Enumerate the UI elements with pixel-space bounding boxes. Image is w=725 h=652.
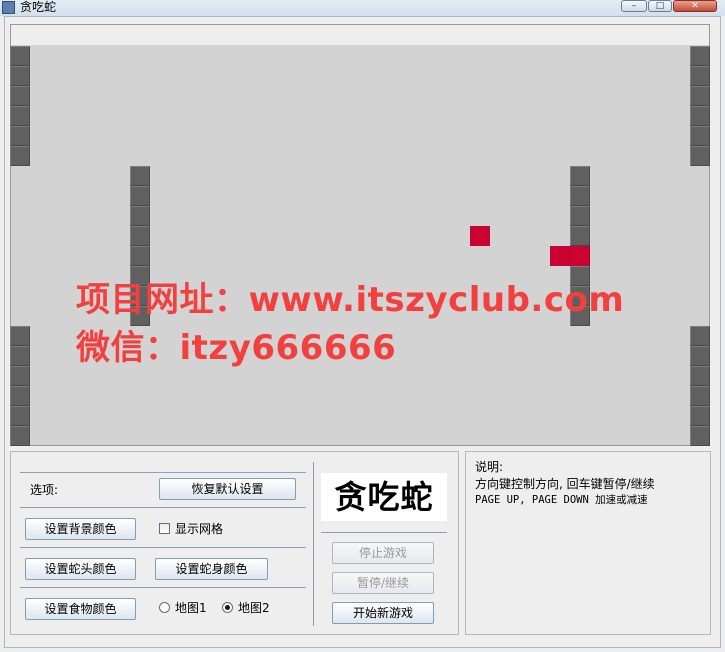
map1-label[interactable]: 地图1	[175, 600, 207, 616]
board-top-strip	[11, 25, 709, 45]
snake-head	[570, 246, 590, 266]
watermark-wechat: 微信：itzy666666	[76, 328, 397, 368]
wall-block	[10, 326, 30, 346]
separator	[20, 507, 306, 508]
help-line-1: 方向键控制方向, 回车键暂停/继续	[475, 477, 655, 491]
wall-block	[10, 126, 30, 146]
wall-block	[10, 406, 30, 426]
map2-radio[interactable]	[222, 602, 233, 613]
wall-block	[10, 146, 30, 166]
wall-block	[690, 366, 710, 386]
wall-block	[570, 226, 590, 246]
wall-block	[130, 246, 150, 266]
show-grid-label[interactable]: 显示网格	[175, 521, 223, 537]
show-grid-checkbox[interactable]	[159, 523, 170, 534]
help-title: 说明:	[475, 460, 504, 474]
food	[470, 226, 490, 246]
java-icon	[2, 1, 15, 14]
map2-label[interactable]: 地图2	[238, 600, 270, 616]
set-background-color-button[interactable]: 设置背景颜色	[25, 518, 136, 540]
set-head-color-button[interactable]: 设置蛇头颜色	[25, 558, 136, 580]
wall-block	[690, 146, 710, 166]
wall-block	[10, 66, 30, 86]
wall-block	[130, 206, 150, 226]
separator	[20, 472, 306, 473]
wall-block	[10, 386, 30, 406]
game-board[interactable]	[10, 24, 710, 446]
window-title: 贪吃蛇	[20, 0, 57, 14]
wall-block	[10, 106, 30, 126]
wall-block	[130, 186, 150, 206]
game-logo: 贪吃蛇	[321, 473, 447, 521]
wall-block	[10, 346, 30, 366]
pause-resume-button[interactable]: 暂停/继续	[332, 572, 434, 594]
wall-block	[690, 346, 710, 366]
separator	[20, 587, 306, 588]
wall-block	[690, 406, 710, 426]
wall-block	[690, 46, 710, 66]
wall-block	[690, 426, 710, 446]
set-body-color-button[interactable]: 设置蛇身颜色	[155, 558, 268, 580]
stop-game-button[interactable]: 停止游戏	[332, 542, 434, 564]
wall-block	[690, 86, 710, 106]
separator	[321, 532, 447, 533]
wall-block	[690, 326, 710, 346]
title-bar[interactable]: 贪吃蛇 – □ ✕	[0, 0, 725, 16]
map1-radio[interactable]	[159, 602, 170, 613]
separator	[20, 547, 306, 548]
close-button[interactable]: ✕	[673, 0, 717, 12]
vertical-separator	[313, 462, 314, 626]
options-label: 选项:	[30, 483, 59, 497]
wall-block	[570, 166, 590, 186]
watermark-url: 项目网址：www.itszyclub.com	[76, 280, 625, 320]
wall-block	[10, 86, 30, 106]
wall-block	[10, 366, 30, 386]
wall-block	[690, 66, 710, 86]
help-line-2: PAGE UP, PAGE DOWN 加速或减速	[475, 494, 648, 506]
wall-block	[690, 106, 710, 126]
wall-block	[10, 46, 30, 66]
wall-block	[570, 186, 590, 206]
wall-block	[570, 206, 590, 226]
reset-defaults-button[interactable]: 恢复默认设置	[159, 478, 296, 500]
minimize-button[interactable]: –	[621, 0, 647, 12]
set-food-color-button[interactable]: 设置食物颜色	[25, 598, 136, 620]
wall-block	[130, 166, 150, 186]
wall-block	[690, 386, 710, 406]
maximize-button[interactable]: □	[648, 0, 672, 12]
snake-body-segment	[550, 246, 570, 266]
wall-block	[690, 126, 710, 146]
wall-block	[130, 226, 150, 246]
wall-block	[10, 426, 30, 446]
new-game-button[interactable]: 开始新游戏	[332, 602, 434, 624]
help-panel: 说明: 方向键控制方向, 回车键暂停/继续 PAGE UP, PAGE DOWN…	[465, 451, 711, 635]
